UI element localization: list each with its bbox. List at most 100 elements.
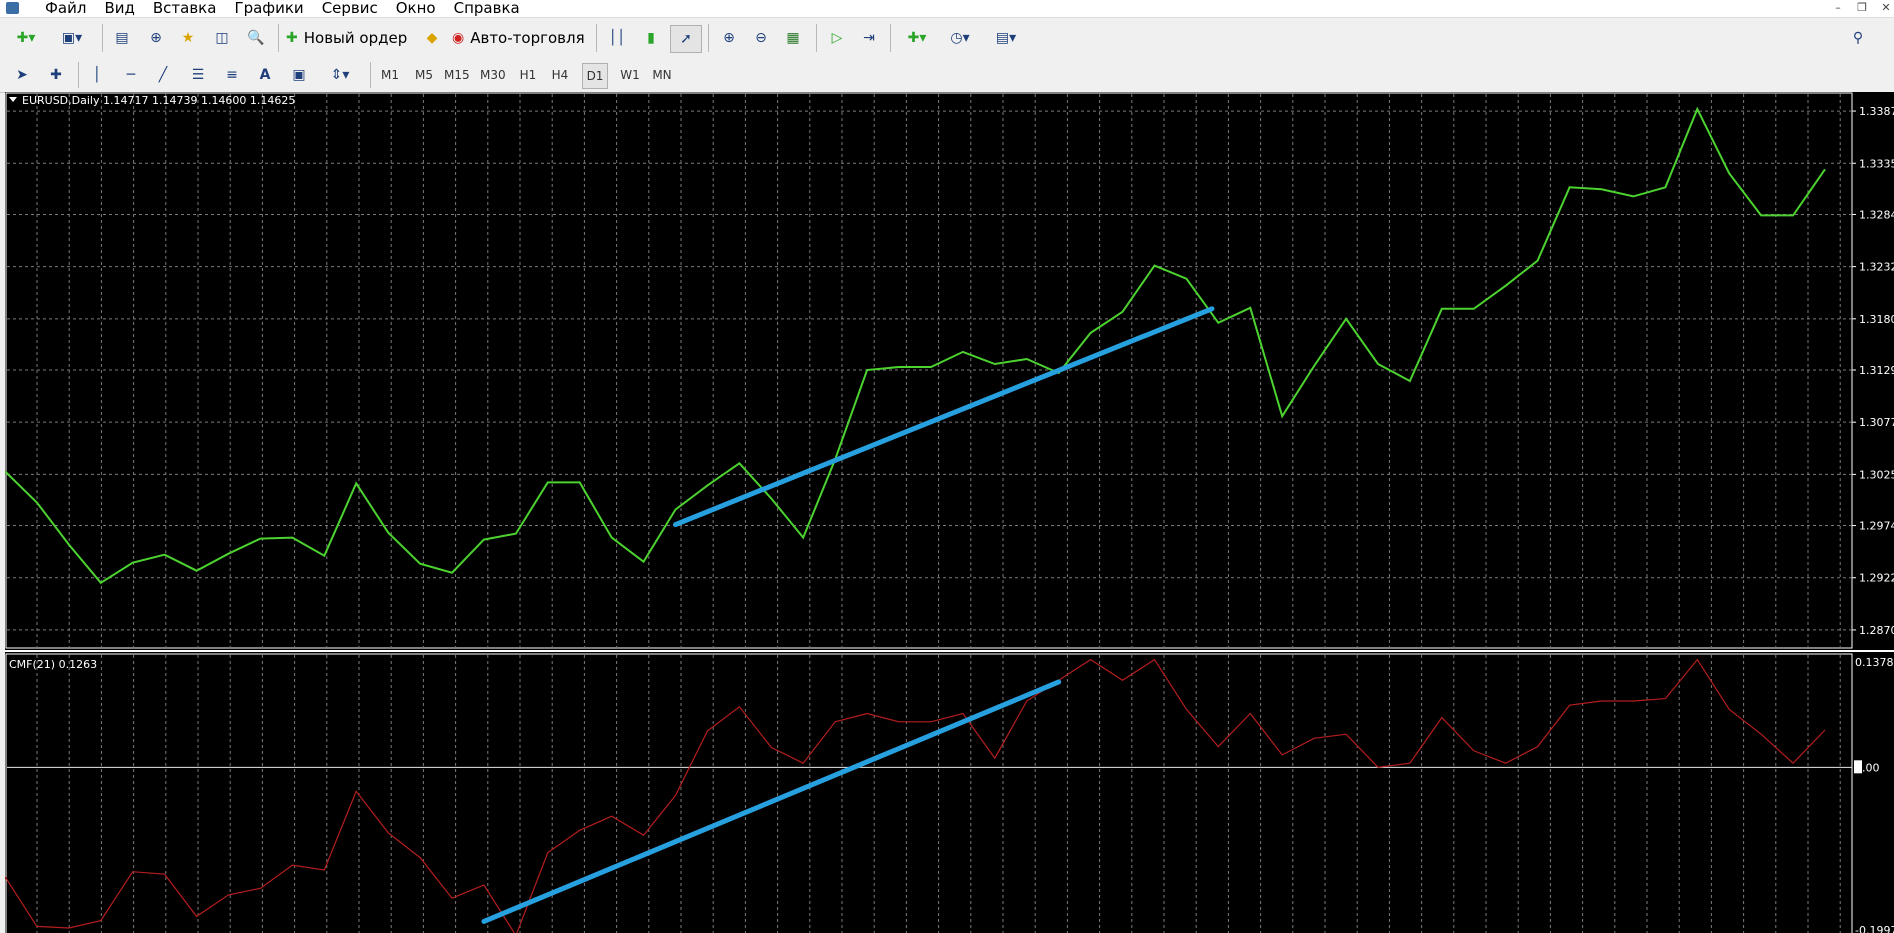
price-label-0: 1.3387 <box>1859 105 1894 118</box>
window-controls: – ❐ ✕ <box>1822 0 1894 16</box>
chart-shift-button[interactable]: ⇥ <box>856 25 882 51</box>
market-watch-button[interactable]: ▤ <box>110 25 134 51</box>
crosshair-button[interactable]: ✚ <box>44 62 68 88</box>
restore-icon[interactable]: ❐ <box>1854 0 1870 16</box>
horizontal-line-button[interactable]: ─ <box>120 62 142 88</box>
text-button[interactable]: A <box>254 62 276 88</box>
menu-item-0[interactable]: Файл <box>36 0 95 17</box>
cursor-icon: ➤ <box>16 67 28 83</box>
timeframe-m5-button[interactable]: M5 <box>412 63 436 87</box>
menu-item-6[interactable]: Справка <box>445 0 529 17</box>
market-watch-icon: ▤ <box>115 30 129 46</box>
price-label-7: 1.3025 <box>1859 468 1894 481</box>
price-label-2: 1.3284 <box>1859 208 1894 221</box>
chart-window[interactable]: 1.3387 1.3335 1.3284 1.3232 1.3180 1.3129 1.30… <box>5 92 1894 933</box>
crosshair-icon: ✚ <box>50 67 62 83</box>
price-label-1: 1.3335 <box>1859 157 1894 170</box>
search-button[interactable]: ⚲ <box>1846 25 1870 51</box>
menu-item-5[interactable]: Окно <box>387 0 445 17</box>
tile-windows-button[interactable]: ▦ <box>780 25 806 51</box>
crosshair-target-icon: ⊕ <box>150 30 162 46</box>
timeframe-d1-button[interactable]: D1 <box>582 63 608 89</box>
line-chart-button[interactable]: ➚ <box>670 25 702 53</box>
fibonacci-icon: ≡ <box>226 67 238 83</box>
zoom-out-button[interactable]: ⊖ <box>748 25 774 51</box>
auto-trading-label: Авто-торговля <box>470 29 585 47</box>
new-order-button[interactable]: ✚ Новый ордер <box>286 25 414 51</box>
menu-item-2[interactable]: Вставка <box>144 0 226 17</box>
navigator-button[interactable]: ★ <box>176 25 200 51</box>
close-icon[interactable]: ✕ <box>1878 0 1894 16</box>
timeframe-m30-button[interactable]: M30 <box>480 63 506 87</box>
vertical-line-button[interactable]: │ <box>86 62 108 88</box>
tester-icon: 🔍 <box>247 30 265 46</box>
auto-trading-button[interactable]: ◉ Авто-торговля <box>452 25 588 51</box>
timeframe-w1-button[interactable]: W1 <box>618 63 642 87</box>
cmf-label-2: -0.1997 <box>1855 924 1894 933</box>
zoom-out-icon: ⊖ <box>755 30 767 46</box>
timeframe-m15-button[interactable]: M15 <box>444 63 470 87</box>
timeframe-m1-button[interactable]: M1 <box>378 63 402 87</box>
text-label-icon: ▣ <box>292 67 306 83</box>
price-label-6: 1.3077 <box>1859 416 1894 429</box>
chart-svg: 1.3387 1.3335 1.3284 1.3232 1.3180 1.3129 1.30… <box>5 92 1894 933</box>
price-label-9: 1.2922 <box>1859 572 1894 585</box>
chart-background <box>5 92 1894 933</box>
periods-button[interactable]: ◷▾ <box>940 25 980 51</box>
profiles-icon: ▣▾ <box>61 30 83 46</box>
search-icon: ⚲ <box>1852 30 1864 46</box>
auto-scroll-button[interactable]: ▷ <box>824 25 850 51</box>
main-chart-header: EURUSD,Daily 1.14717 1.14739 1.14600 1.1… <box>22 94 295 107</box>
metaeditor-button[interactable]: ◆ <box>420 25 444 51</box>
vertical-line-icon: │ <box>92 67 102 83</box>
cmf-label-0: 0.1378 <box>1855 656 1894 669</box>
templates-icon: ▤▾ <box>995 30 1017 46</box>
profiles-button[interactable]: ▣▾ <box>52 25 92 51</box>
metaeditor-icon: ◆ <box>426 30 438 46</box>
star-folder-icon: ★ <box>181 30 195 46</box>
new-order-icon: ✚ <box>286 30 298 46</box>
trendline-button[interactable]: ╱ <box>152 62 174 88</box>
tester-button[interactable]: 🔍 <box>244 25 268 51</box>
arrows-button[interactable]: ⇕▾ <box>320 62 360 88</box>
zoom-in-icon: ⊕ <box>723 30 735 46</box>
menu-item-3[interactable]: Графики <box>225 0 312 17</box>
timeframe-h4-button[interactable]: H4 <box>548 63 572 87</box>
timeframe-mn-button[interactable]: MN <box>650 63 674 87</box>
candlestick-button[interactable]: ▮ <box>638 25 664 51</box>
auto-trading-icon: ◉ <box>452 30 465 46</box>
terminal-button[interactable]: ◫ <box>210 25 234 51</box>
timeframe-h1-button[interactable]: H1 <box>516 63 540 87</box>
auto-scroll-icon: ▷ <box>831 30 843 46</box>
price-label-5: 1.3129 <box>1859 364 1894 377</box>
menu-item-1[interactable]: Вид <box>95 0 143 17</box>
price-label-8: 1.2974 <box>1859 520 1894 533</box>
cmf-label-1: 0.00 <box>1855 761 1880 774</box>
text-icon: A <box>259 67 271 83</box>
price-label-3: 1.3232 <box>1859 261 1894 274</box>
fibonacci-button[interactable]: ≡ <box>220 62 244 88</box>
menu-items: Файл Вид Вставка Графики Сервис Окно Справка <box>36 0 529 17</box>
zoom-in-button[interactable]: ⊕ <box>716 25 742 51</box>
cursor-button[interactable]: ➤ <box>10 62 34 88</box>
equidistant-channel-button[interactable]: ☰ <box>186 62 210 88</box>
terminal-icon: ◫ <box>215 30 229 46</box>
menu-item-4[interactable]: Сервис <box>313 0 387 17</box>
candlestick-icon: ▮ <box>647 30 655 46</box>
horizontal-line-icon: ─ <box>126 67 136 83</box>
new-chart-button[interactable]: ✚▾ <box>8 25 44 51</box>
line-studies-toolbar: ➤ ✚ │ ─ ╱ ☰ ≡ A ▣ ⇕▾ M1 M5 M15 M30 H1 H4 D1 W1 M… <box>0 58 1894 93</box>
chart-shift-icon: ⇥ <box>863 30 875 46</box>
tile-windows-icon: ▦ <box>786 30 800 46</box>
menu-bar: Файл Вид Вставка Графики Сервис Окно Справка –… <box>0 0 1894 18</box>
minimize-icon[interactable]: – <box>1830 0 1846 16</box>
text-label-button[interactable]: ▣ <box>288 62 310 88</box>
data-window-button[interactable]: ⊕ <box>144 25 168 51</box>
bar-chart-button[interactable]: ││ <box>604 25 630 51</box>
indicator-header: CMF(21) 0.1263 <box>9 658 97 671</box>
line-chart-icon: ➚ <box>680 31 692 47</box>
templates-button[interactable]: ▤▾ <box>986 25 1026 51</box>
app-icon <box>6 2 19 14</box>
price-label-10: 1.2870 <box>1859 624 1894 637</box>
indicators-button[interactable]: ✚▾ <box>896 25 938 51</box>
